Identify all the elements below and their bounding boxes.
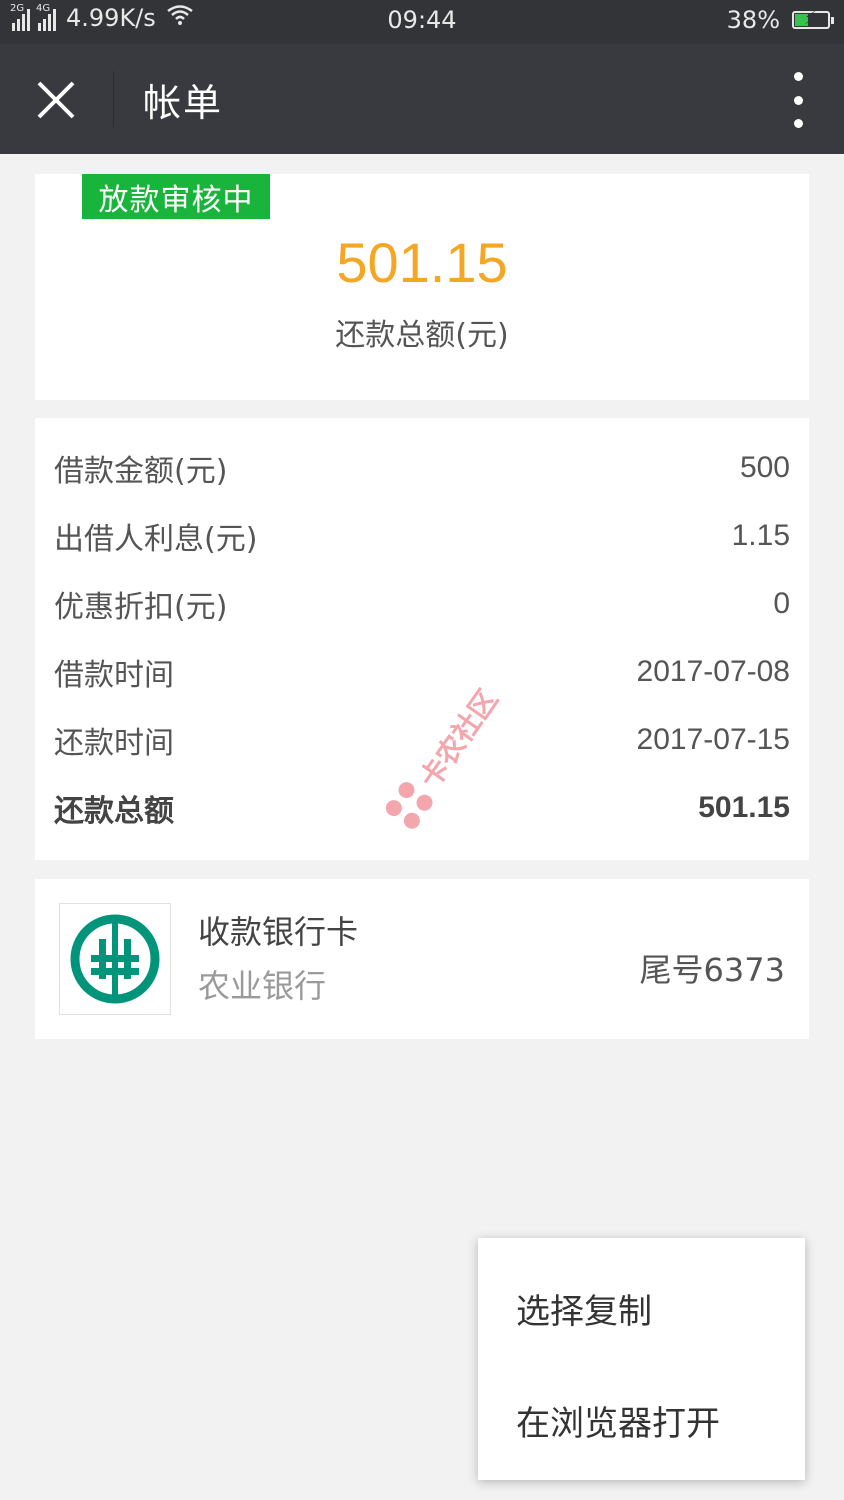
- bank-card[interactable]: 收款银行卡 农业银行 尾号6373: [35, 879, 809, 1039]
- detail-label: 优惠折扣(元): [54, 590, 228, 625]
- detail-row-discount: 优惠折扣(元) 0: [54, 580, 790, 628]
- close-button[interactable]: [30, 74, 82, 126]
- bank-name: 农业银行: [198, 967, 327, 1005]
- detail-value: 501.15: [698, 791, 790, 824]
- detail-label: 出借人利息(元): [54, 522, 258, 557]
- detail-label: 借款时间: [54, 658, 174, 693]
- total-amount-label: 还款总额(元): [335, 318, 509, 353]
- detail-row-interest: 出借人利息(元) 1.15: [54, 512, 790, 560]
- battery-icon: ⚡: [792, 8, 834, 29]
- summary-card: 放款审核中 501.15 还款总额(元): [35, 174, 809, 400]
- status-bar: 2G 4G 4.99K/s 09:44 38% ⚡: [0, 0, 844, 44]
- charging-icon: ⚡: [804, 8, 817, 29]
- detail-label: 借款金额(元): [54, 454, 228, 489]
- bank-card-title: 收款银行卡: [198, 913, 359, 951]
- popup-menu: 选择复制 在浏览器打开: [478, 1238, 805, 1480]
- title-divider: [113, 71, 114, 127]
- card-tail-number: 尾号6373: [639, 951, 785, 989]
- more-dot: [793, 119, 803, 128]
- bill-details-card: 借款金额(元) 500 出借人利息(元) 1.15 优惠折扣(元) 0 借款时间…: [35, 418, 809, 860]
- detail-value: 1.15: [731, 519, 790, 552]
- total-amount: 501.15: [336, 231, 508, 294]
- detail-row-loan-amount: 借款金额(元) 500: [54, 444, 790, 492]
- detail-label: 还款总额: [54, 794, 174, 829]
- detail-value: 0: [773, 587, 790, 620]
- more-dot: [793, 72, 803, 81]
- detail-value: 2017-07-08: [636, 655, 790, 688]
- detail-value: 2017-07-15: [636, 723, 790, 756]
- battery-percent: 38%: [726, 6, 780, 34]
- clock: 09:44: [387, 6, 457, 34]
- detail-value: 500: [739, 451, 790, 484]
- watermark-text: 卡农社区: [413, 683, 505, 795]
- more-options-button[interactable]: [786, 72, 810, 128]
- menu-item-select-copy[interactable]: 选择复制: [516, 1284, 652, 1333]
- status-bar-right: 38% ⚡: [726, 6, 834, 34]
- page-title: 帐单: [143, 81, 224, 125]
- more-dot: [793, 95, 803, 105]
- menu-item-open-in-browser[interactable]: 在浏览器打开: [516, 1396, 720, 1445]
- bank-logo-icon: [59, 903, 171, 1015]
- status-badge: 放款审核中: [82, 174, 270, 219]
- title-bar: 帐单: [0, 44, 844, 154]
- close-icon: [37, 81, 75, 119]
- detail-label: 还款时间: [54, 726, 174, 761]
